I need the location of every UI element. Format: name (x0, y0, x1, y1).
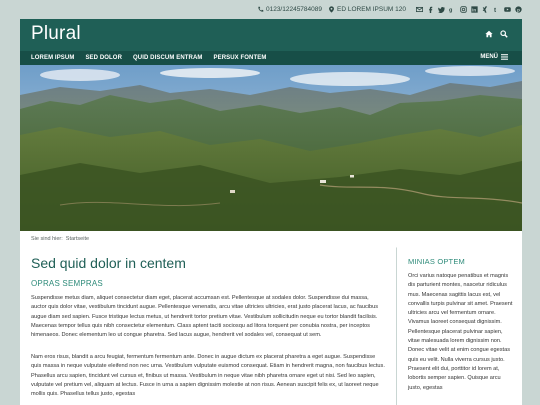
twitter-icon[interactable] (438, 6, 445, 14)
main-content: Sed quid dolor in centem OPRAS SEMPRAS S… (20, 247, 396, 405)
address-text: ED LOREM IPSUM 120 (337, 6, 406, 13)
svg-text:p: p (517, 7, 520, 12)
nav-item-quid-discum-entram[interactable]: QUID DISCUM ENTRAM (133, 55, 202, 61)
phone-number: 0123/12245784089 (265, 6, 322, 13)
breadcrumb-current[interactable]: Startseite (66, 236, 89, 242)
location-icon (329, 6, 334, 13)
menu-toggle[interactable]: MENÜ (480, 54, 508, 60)
mountain-landscape-photo (20, 65, 522, 231)
youtube-icon[interactable] (504, 6, 511, 13)
phone-icon (258, 6, 264, 12)
linkedin-icon[interactable]: in (471, 6, 478, 13)
address-contact[interactable]: ED LOREM IPSUM 120 (328, 6, 406, 13)
page-title: Sed quid dolor in centem (31, 255, 186, 271)
nav-item-lorem-ipsum[interactable]: LOREM IPSUM (31, 55, 74, 61)
breadcrumb: Sie sind hier: Startseite (20, 231, 522, 248)
site-logo[interactable]: Plural (31, 23, 81, 45)
hero-image (20, 65, 522, 231)
site-header: Plural (20, 19, 522, 51)
top-bar: 0123/12245784089 ED LOREM IPSUM 120 g in… (0, 0, 540, 19)
social-links: g in t p (412, 6, 522, 14)
sidebar: MINIAS OPTEM Orci varius natoque penatib… (397, 247, 522, 405)
section-subtitle: OPRAS SEMPRAS (31, 279, 103, 288)
home-icon[interactable] (485, 30, 493, 38)
hamburger-icon (501, 54, 508, 60)
menu-label: MENÜ (480, 54, 498, 60)
sidebar-title: MINIAS OPTEM (408, 257, 465, 266)
pinterest-icon[interactable]: p (515, 6, 522, 13)
nav-item-persux-fontem[interactable]: PERSUX FONTEM (213, 55, 266, 61)
xing-icon[interactable] (482, 6, 489, 13)
svg-text:in: in (472, 8, 476, 13)
facebook-icon[interactable] (427, 6, 434, 13)
svg-text:t: t (494, 7, 497, 13)
header-actions (485, 30, 508, 38)
search-icon[interactable] (500, 30, 508, 38)
body-paragraph: Suspendisse metus diam, aliquet consecte… (31, 295, 378, 339)
nav-item-sed-dolor[interactable]: SED DOLOR (85, 55, 122, 61)
google-plus-icon[interactable]: g (449, 6, 456, 14)
svg-text:g: g (449, 8, 453, 13)
body-paragraph: Nam eros risus, blandit a arcu feugiat, … (31, 354, 385, 398)
main-navigation: LOREM IPSUM SED DOLOR QUID DISCUM ENTRAM… (20, 51, 522, 65)
sidebar-text: Orci varius natoque penatibus et magnis … (408, 273, 513, 391)
phone-contact[interactable]: 0123/12245784089 (257, 6, 322, 13)
mail-icon[interactable] (415, 6, 424, 13)
instagram-icon[interactable] (460, 6, 467, 13)
tumblr-icon[interactable]: t (493, 6, 500, 14)
breadcrumb-prefix: Sie sind hier: (31, 236, 63, 242)
